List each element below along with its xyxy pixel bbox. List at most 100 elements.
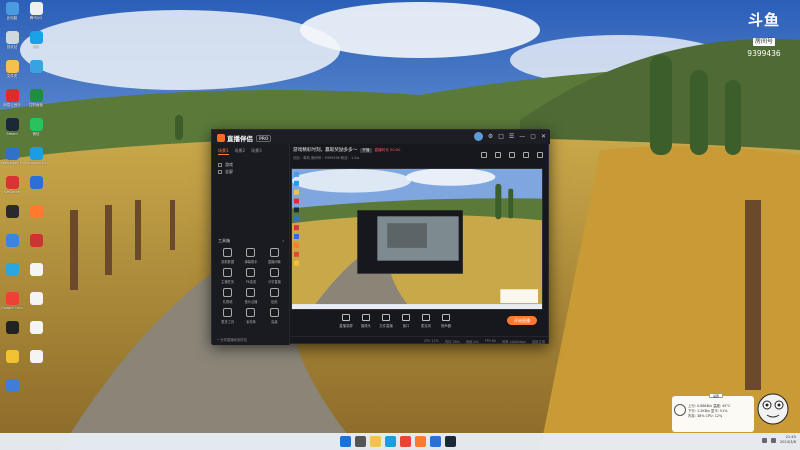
desktop-icon[interactable] — [25, 292, 47, 306]
minimize-button[interactable]: — — [519, 132, 525, 141]
stream-tool-icon — [402, 314, 410, 321]
layout-icon[interactable] — [509, 152, 515, 158]
app-icon — [5, 89, 19, 102]
scene-panel: 场景1 场景2 场景3 游戏 全屏 工具箱 › 观看数据 弹幕助手 直播间管 主播任务 PK… — [212, 144, 290, 345]
close-button[interactable]: ✕ — [541, 132, 546, 141]
search-icon[interactable] — [355, 436, 366, 447]
desktop-icon[interactable] — [25, 176, 47, 190]
toolbox-item[interactable]: 音乐点播 — [239, 288, 262, 304]
desktop-icon[interactable] — [25, 350, 47, 364]
volume-icon[interactable] — [770, 437, 776, 443]
desktop-icon[interactable]: 网易云音乐 — [1, 89, 23, 107]
stream-tool-button[interactable]: 文件直播 — [375, 314, 397, 328]
toolbox-item[interactable]: 贴纸 — [263, 288, 286, 304]
desktop-icon[interactable] — [25, 321, 47, 335]
toolbox-item[interactable]: 主播任务 — [216, 268, 239, 284]
desktop-icon-label: 此电脑 — [6, 16, 18, 20]
desktop-icon[interactable]: 控制面板 — [25, 89, 47, 107]
desktop-icon[interactable] — [25, 205, 47, 219]
share-tip[interactable]: • 分享直播间到好友 — [217, 337, 247, 342]
tile-icon[interactable]: □ — [498, 132, 504, 141]
desktop-icon-label: 文件夹 — [6, 74, 18, 78]
chrome-icon[interactable] — [400, 436, 411, 447]
taskbar-clock[interactable]: 21:45 2024/3/8 — [780, 435, 796, 445]
tool-label: 直播间管 — [267, 260, 281, 264]
mascot-icon — [757, 393, 789, 425]
source-item[interactable]: 全屏 — [218, 168, 283, 175]
desktop-icon[interactable]: Steam — [1, 118, 23, 136]
toolbox-more-icon[interactable]: › — [282, 238, 284, 244]
stream-title[interactable]: 游戏精彩时刻，赢取奖励多多～ — [293, 147, 357, 153]
desktop-icon[interactable] — [25, 60, 47, 74]
taskbar-apps — [340, 436, 456, 447]
desktop-icon-label: 控制面板 — [29, 103, 43, 107]
desktop-icon[interactable] — [1, 205, 23, 219]
desktop-icon[interactable]: Microsoft Edge — [25, 147, 47, 165]
app-titlebar[interactable]: 直播伴侣 PRO ⚙ □ ☰ — ▢ ✕ — [212, 130, 550, 144]
file-explorer-icon[interactable] — [370, 436, 381, 447]
app-icon — [29, 147, 43, 160]
windows-start-icon[interactable] — [340, 436, 351, 447]
desktop-icon[interactable] — [1, 263, 23, 277]
go-live-button[interactable]: 开始直播 — [507, 316, 537, 325]
stream-tool-button[interactable]: 窗口 — [395, 314, 417, 328]
toolbox-item[interactable]: PK连麦 — [239, 268, 262, 284]
grid-icon[interactable] — [523, 152, 529, 158]
desktop-icon[interactable]: WeGame — [1, 176, 23, 194]
widget-settings-button[interactable]: 设置 — [709, 393, 723, 398]
avatar[interactable] — [473, 132, 483, 141]
toolbox-item[interactable]: 观看数据 — [216, 248, 239, 264]
stream-tool-button[interactable]: 直播录屏 — [335, 314, 357, 328]
desktop-icon[interactable]: Google Chrome — [1, 292, 23, 310]
network-icon[interactable] — [761, 437, 767, 443]
tool-icon — [246, 308, 256, 317]
app-icon — [5, 234, 19, 247]
stream-tool-button[interactable]: 摄像头 — [355, 314, 377, 328]
toolbox-item[interactable]: 素材库 — [239, 308, 262, 324]
settings-icon[interactable]: ⚙ — [488, 132, 493, 141]
desktop-icon[interactable]: QQ — [25, 31, 47, 49]
desktop-icon[interactable] — [25, 234, 47, 248]
screenshot-icon[interactable] — [481, 152, 487, 158]
toolbox-item[interactable]: 高级 — [263, 308, 286, 324]
stream-tool-button[interactable]: 麦克风 — [415, 314, 437, 328]
status-item: 码率 4000kbps — [501, 340, 526, 344]
desktop-icon[interactable] — [25, 263, 47, 277]
desktop-icon[interactable] — [1, 321, 23, 335]
desktop-icon[interactable]: 文件夹 — [1, 60, 23, 78]
toolbox-item[interactable]: 分享直播 — [263, 268, 286, 284]
maximize-button[interactable]: ▢ — [530, 132, 536, 141]
tool-label: 礼物墙 — [222, 300, 233, 304]
lock-icon[interactable] — [495, 152, 501, 158]
desktop-icon[interactable] — [1, 379, 23, 393]
tab-scene[interactable]: 场景2 — [235, 148, 246, 155]
desktop-icon[interactable]: Wallpaper Engine — [1, 147, 23, 165]
stream-tool-icon — [362, 314, 370, 321]
toolbox-item[interactable]: 直播间管 — [263, 248, 286, 264]
desktop-icon[interactable]: 腾讯QQ — [25, 2, 47, 20]
desktop-icon[interactable]: 微信 — [25, 118, 47, 136]
status-item: 连接正常 — [531, 340, 545, 344]
desktop-icon[interactable] — [1, 234, 23, 248]
toolbox-item[interactable]: 更多工具 — [216, 308, 239, 324]
toolbox-item[interactable]: 弹幕助手 — [239, 248, 262, 264]
desktop-icon-label: 回收站 — [6, 45, 18, 49]
app-version-badge[interactable]: PRO — [256, 134, 272, 142]
desktop-icon[interactable]: 此电脑 — [1, 2, 23, 20]
steam-icon[interactable] — [445, 436, 456, 447]
menu-icon[interactable]: ☰ — [509, 132, 514, 141]
source-icon — [218, 162, 222, 167]
app-orange-icon[interactable] — [415, 436, 426, 447]
tab-scene[interactable]: 场景3 — [251, 148, 262, 155]
app-blue-icon[interactable] — [430, 436, 441, 447]
tab-scene[interactable]: 场景1 — [218, 148, 229, 155]
edge-icon[interactable] — [385, 436, 396, 447]
stream-tool-button[interactable]: 扬声器 — [435, 314, 457, 328]
desktop-icon[interactable] — [1, 350, 23, 364]
source-item[interactable]: 游戏 — [218, 161, 283, 168]
app-icon — [29, 205, 43, 218]
share-icon[interactable] — [537, 152, 543, 158]
toolbox-item[interactable]: 礼物墙 — [216, 288, 239, 304]
stream-preview[interactable] — [291, 168, 543, 310]
desktop-icon[interactable]: 回收站 — [1, 31, 23, 49]
